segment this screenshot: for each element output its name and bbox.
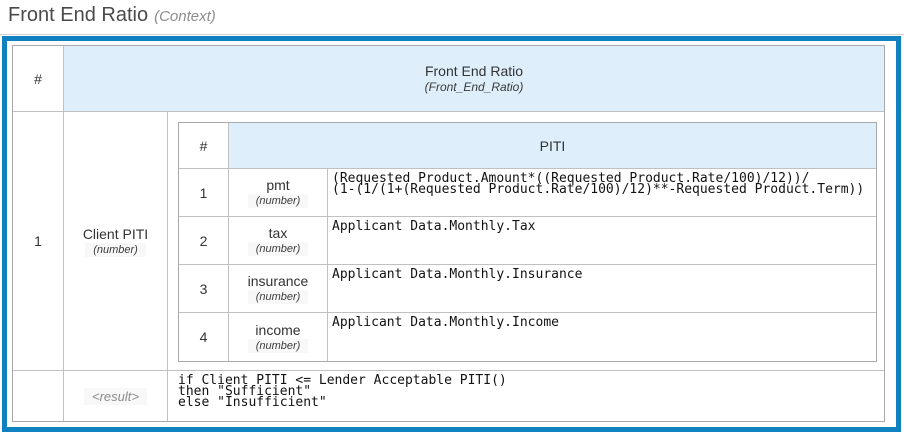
nested-entry-datatype: (number) [248,290,309,304]
nested-entry-name-cell[interactable]: income (number) [229,313,328,361]
nested-entry-row-number[interactable]: 2 [179,217,229,265]
nested-entry-row-number[interactable]: 1 [179,169,229,217]
nested-entry-name-cell[interactable]: insurance (number) [229,265,328,313]
panel-divider [0,34,904,35]
decision-typeref: (Front_End_Ratio) [425,80,524,94]
nested-entry-datatype: (number) [248,242,309,256]
entry-expression-cell[interactable]: # PITI 1 pmt (number) (Requested Product… [168,112,884,371]
nested-context-table: # PITI 1 pmt (number) (Requested Product… [178,122,877,362]
nested-entry-expression-cell[interactable]: Applicant Data.Monthly.Income [328,313,876,361]
nested-row-number-column-header[interactable]: # [179,123,229,169]
entry-row-number[interactable]: 1 [13,112,64,371]
decision-name-header[interactable]: Front End Ratio (Front_End_Ratio) [64,46,884,112]
nested-table-header[interactable]: PITI [229,123,876,169]
nested-entry-expression-cell[interactable]: (Requested Product.Amount*((Requested Pr… [328,169,876,217]
nested-entry-name: income [255,322,300,338]
result-row-number-cell[interactable] [13,371,64,421]
page-title: Front End Ratio [8,4,148,26]
feel-expression[interactable]: Applicant Data.Monthly.Insurance [328,265,876,312]
nested-entry-expression-cell[interactable]: Applicant Data.Monthly.Tax [328,217,876,265]
nested-entry-row-number[interactable]: 3 [179,265,229,313]
nested-entry-name-cell[interactable]: pmt (number) [229,169,328,217]
context-table: # Front End Ratio (Front_End_Ratio) 1 Cl… [12,45,885,422]
nested-entry-name: tax [269,225,288,241]
nested-entry-name: pmt [266,177,289,193]
nested-entry-name: insurance [248,273,309,289]
result-label-cell[interactable]: <result> [64,371,168,421]
decision-name: Front End Ratio [425,63,523,79]
nested-entry-datatype: (number) [248,339,309,353]
nested-entry-name-cell[interactable]: tax (number) [229,217,328,265]
feel-expression[interactable]: Applicant Data.Monthly.Tax [328,217,876,264]
expression-kind-label: (Context) [154,8,216,25]
result-feel-expression[interactable]: if Client PITI <= Lender Acceptable PITI… [168,371,884,421]
expression-title: Front End Ratio (Context) [8,4,216,27]
entry-name: Client PITI [83,226,148,242]
nested-entry-datatype: (number) [248,194,309,208]
nested-entry-row-number[interactable]: 4 [179,313,229,361]
result-label: <result> [84,388,147,405]
entry-datatype: (number) [85,243,146,257]
feel-expression[interactable]: Applicant Data.Monthly.Income [328,313,876,361]
context-expression-frame: # Front End Ratio (Front_End_Ratio) 1 Cl… [2,36,901,432]
result-expression-cell[interactable]: if Client PITI <= Lender Acceptable PITI… [168,371,884,421]
nested-entry-expression-cell[interactable]: Applicant Data.Monthly.Insurance [328,265,876,313]
entry-name-cell[interactable]: Client PITI (number) [64,112,168,371]
row-number-column-header[interactable]: # [13,46,64,112]
feel-expression[interactable]: (Requested Product.Amount*((Requested Pr… [328,169,876,216]
